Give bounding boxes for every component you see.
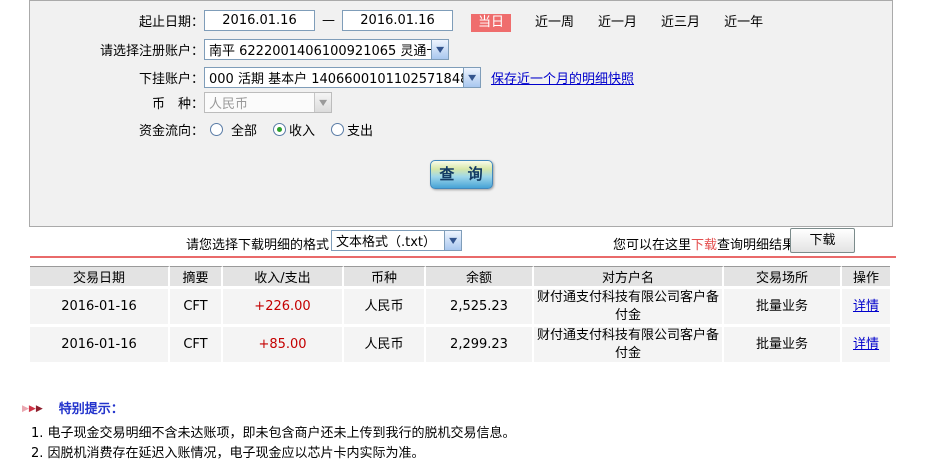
column-header: 余额 [426, 266, 534, 289]
table-cell: CFT [170, 327, 223, 365]
download-button[interactable]: 下载 [790, 228, 855, 253]
quick-range-year[interactable]: 近一年 [724, 15, 763, 30]
transaction-table: 交易日期摘要收入/支出币种余额对方户名交易场所操作 2016-01-16CFT+… [30, 266, 890, 365]
column-header: 交易日期 [30, 266, 170, 289]
radio-expense[interactable]: 支出 [331, 120, 373, 139]
chevron-down-icon[interactable] [444, 231, 461, 250]
table-cell: 2016-01-16 [30, 327, 170, 365]
detail-link[interactable]: 详情 [853, 299, 879, 314]
chevron-down-icon[interactable] [463, 68, 480, 87]
note-item: 1. 电子现金交易明细不含未达账项，即未包含商户还未上传到我行的脱机交易信息。 [31, 424, 516, 444]
note-items: 1. 电子现金交易明细不含未达账项，即未包含商户还未上传到我行的脱机交易信息。2… [31, 424, 516, 460]
table-cell: 人民币 [344, 289, 426, 327]
table-row: 2016-01-16CFT+85.00人民币2,299.23财付通支付科技有限公… [30, 327, 890, 365]
table-cell: 2,299.23 [426, 327, 534, 365]
column-header: 操作 [842, 266, 890, 289]
download-hint-prefix: 您可以在这里 [613, 238, 691, 253]
query-form: 起止日期： — 当日 近一周 近一月 近三月 近一年 请选择注册账户： 南平 62220… [29, 0, 893, 227]
quick-range-today[interactable]: 当日 [471, 14, 511, 32]
column-header: 摘要 [170, 266, 223, 289]
quick-range-week[interactable]: 近一周 [535, 15, 574, 30]
radio-circle-icon[interactable] [210, 123, 223, 136]
account-select[interactable]: 南平 6222001406100921065 灵通卡 [204, 39, 449, 60]
account-select-value: 南平 6222001406100921065 灵通卡 [205, 40, 431, 59]
currency-label: 币 种： [30, 93, 204, 112]
column-header: 收入/支出 [223, 266, 344, 289]
red-divider [30, 256, 896, 258]
chevron-down-icon [314, 93, 331, 112]
download-format-select[interactable]: 文本格式（.txt） [331, 230, 462, 251]
table-row: 2016-01-16CFT+226.00人民币2,525.23财付通支付科技有限… [30, 289, 890, 327]
download-hint-suffix: 查询明细结果 [717, 238, 795, 253]
date-from-input[interactable] [204, 10, 315, 31]
date-to-input[interactable] [342, 10, 453, 31]
triple-arrow-icon: ▶▶▶ [22, 400, 43, 415]
table-cell: 人民币 [344, 327, 426, 365]
quick-range-quarter[interactable]: 近三月 [661, 15, 700, 30]
currency-select-value: 人民币 [205, 93, 314, 112]
table-cell: +85.00 [223, 327, 344, 365]
flow-options: 全部 收入 支出 [204, 120, 373, 139]
table-cell: +226.00 [223, 289, 344, 327]
table-cell: 财付通支付科技有限公司客户备付金 [534, 327, 724, 365]
transaction-detail-page: 起止日期： — 当日 近一周 近一月 近三月 近一年 请选择注册账户： 南平 62220… [0, 0, 931, 460]
note-item: 2. 因脱机消费存在延迟入账情况，电子现金应以芯片卡内实际为准。 [31, 444, 516, 460]
quick-range-month[interactable]: 近一月 [598, 15, 637, 30]
column-header: 对方户名 [534, 266, 724, 289]
radio-label: 支出 [347, 120, 373, 139]
account-label: 请选择注册账户： [30, 40, 204, 59]
date-range-row: 起止日期： — 当日 近一周 近一月 近三月 近一年 [30, 10, 892, 31]
flow-label: 资金流向： [30, 120, 204, 139]
download-format-value: 文本格式（.txt） [332, 231, 444, 250]
table-cell: 批量业务 [724, 289, 842, 327]
date-separator: — [322, 13, 335, 28]
account-row: 请选择注册账户： 南平 6222001406100921065 灵通卡 [30, 39, 892, 60]
radio-label: 收入 [289, 120, 315, 139]
query-button[interactable]: 查 询 [430, 160, 493, 189]
radio-income[interactable]: 收入 [273, 120, 315, 139]
detail-link[interactable]: 详情 [853, 337, 879, 352]
currency-select: 人民币 [204, 92, 332, 113]
download-hint: 您可以在这里下载查询明细结果 [613, 234, 795, 253]
radio-circle-icon[interactable] [331, 123, 344, 136]
table-cell: 详情 [842, 327, 890, 365]
sub-account-select-value: 000 活期 基本户 1406600101102571848 [205, 68, 463, 87]
flow-row: 资金流向： 全部 收入 支出 [30, 120, 892, 139]
radio-label: 全部 [231, 120, 257, 139]
sub-account-label: 下挂账户： [30, 68, 204, 87]
column-header: 交易场所 [724, 266, 842, 289]
download-format-label: 请您选择下载明细的格式 [186, 234, 329, 253]
table-cell: CFT [170, 289, 223, 327]
radio-all[interactable]: 全部 [210, 120, 257, 139]
query-button-row: 查 询 [30, 160, 892, 189]
table-cell: 详情 [842, 289, 890, 327]
table-cell: 财付通支付科技有限公司客户备付金 [534, 289, 724, 327]
currency-row: 币 种： 人民币 [30, 92, 892, 113]
sub-account-row: 下挂账户： 000 活期 基本户 1406600101102571848 保存近… [30, 67, 892, 88]
column-header: 币种 [344, 266, 426, 289]
table-cell: 2016-01-16 [30, 289, 170, 327]
table-cell: 2,525.23 [426, 289, 534, 327]
chevron-down-icon[interactable] [431, 40, 448, 59]
download-hint-highlight: 下载 [691, 238, 717, 253]
quick-range-group: 当日 近一周 近一月 近三月 近一年 [453, 11, 763, 30]
note-title: 特别提示： [59, 398, 124, 417]
table-body: 2016-01-16CFT+226.00人民币2,525.23财付通支付科技有限… [30, 289, 890, 365]
save-snapshot-link[interactable]: 保存近一个月的明细快照 [491, 68, 634, 87]
table-cell: 批量业务 [724, 327, 842, 365]
date-range-label: 起止日期： [30, 11, 204, 30]
note-header: ▶▶▶ 特别提示： [22, 398, 124, 417]
radio-circle-icon[interactable] [273, 123, 286, 136]
sub-account-select[interactable]: 000 活期 基本户 1406600101102571848 [204, 67, 481, 88]
table-header-row: 交易日期摘要收入/支出币种余额对方户名交易场所操作 [30, 266, 890, 289]
